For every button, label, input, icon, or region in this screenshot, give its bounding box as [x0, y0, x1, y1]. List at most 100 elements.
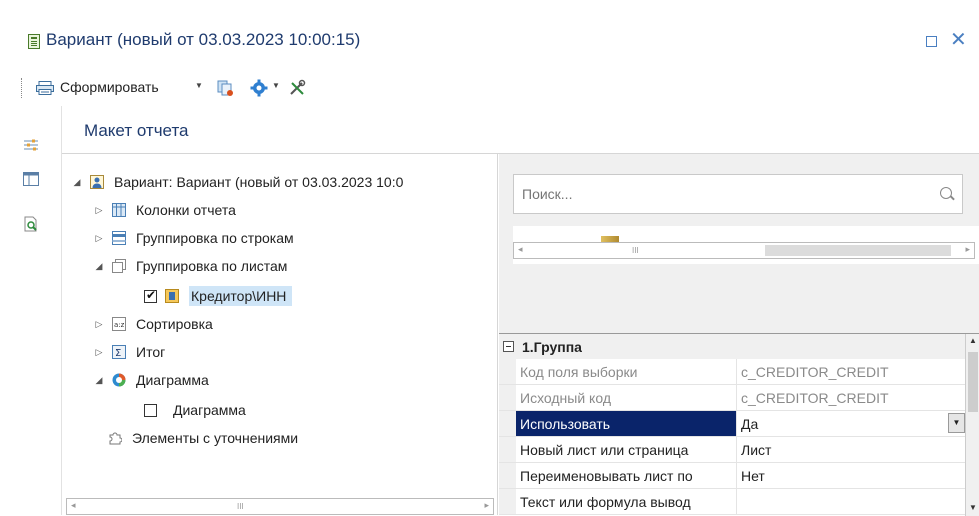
- expand-arrow-icon[interactable]: ▷: [92, 319, 106, 330]
- scroll-right-icon[interactable]: ▸: [484, 500, 489, 511]
- property-row[interactable]: Код поля выборки c_CREDITOR_CREDIT: [499, 359, 965, 385]
- property-group-title: 1.Группа: [522, 338, 582, 355]
- tree-item-label: Диаграмма: [173, 402, 246, 418]
- tree-item-label: Элементы с уточнениями: [132, 430, 299, 446]
- tree-horizontal-scrollbar[interactable]: ◂ III ▸: [66, 498, 494, 515]
- collapse-arrow-icon[interactable]: ◢: [92, 261, 106, 272]
- expand-arrow-icon[interactable]: ▷: [92, 205, 106, 216]
- tree-item-label: Сортировка: [136, 316, 213, 332]
- gear-icon[interactable]: [250, 79, 268, 97]
- tree-item-chart[interactable]: ◢ Диаграмма: [92, 367, 209, 393]
- tree-item-creditor-inn[interactable]: Кредитор\ИНН: [144, 283, 293, 309]
- property-value-select[interactable]: Да ▼: [737, 411, 965, 436]
- copy-icon[interactable]: [216, 79, 234, 97]
- search-input[interactable]: [514, 175, 934, 213]
- scroll-left-icon[interactable]: ◂: [71, 500, 76, 511]
- tree-item-chart-sub[interactable]: Диаграмма: [144, 397, 246, 423]
- tree-item-label: Итог: [136, 344, 166, 360]
- pie-chart-icon: [112, 373, 126, 387]
- chart-checkbox[interactable]: [144, 403, 157, 417]
- scroll-thumb[interactable]: [968, 352, 978, 412]
- tree-item-label: Кредитор\ИНН: [189, 286, 293, 306]
- tree-item-label: Диаграмма: [136, 372, 209, 388]
- window-title: Вариант (новый от 03.03.2023 10:00:15): [46, 30, 361, 49]
- sort-icon: a:z: [112, 317, 126, 331]
- tree-item-row-grouping[interactable]: ▷ Группировка по строкам: [92, 225, 294, 251]
- scroll-thumb-grip: III: [237, 502, 244, 511]
- section-title: Макет отчета: [84, 121, 189, 140]
- toolbar: Сформировать ▼ ▼: [0, 70, 979, 106]
- variant-user-icon: [90, 175, 104, 189]
- property-value[interactable]: Нет: [737, 463, 965, 488]
- filter-settings-icon[interactable]: [23, 137, 39, 153]
- report-layout-icon[interactable]: [23, 171, 39, 187]
- property-key: Переименовывать лист по: [516, 463, 737, 488]
- close-button[interactable]: ✕: [950, 27, 967, 52]
- property-value[interactable]: Лист: [737, 437, 965, 462]
- tree-root[interactable]: ◢ Вариант: Вариант (новый от 03.03.2023 …: [70, 169, 404, 195]
- creditor-inn-checkbox[interactable]: [144, 288, 157, 303]
- columns-icon: [112, 203, 126, 217]
- property-key: Использовать: [516, 411, 737, 436]
- puzzle-icon: [108, 431, 123, 445]
- tree-item-label: Колонки отчета: [136, 202, 236, 218]
- field-list-horizontal-scrollbar[interactable]: ◂ III ▸: [513, 242, 975, 259]
- svg-text:Σ: Σ: [115, 348, 121, 359]
- layout-tree: ◢ Вариант: Вариант (новый от 03.03.2023 …: [62, 154, 498, 515]
- settings-dropdown-icon[interactable]: ▼: [272, 81, 280, 90]
- properties-vertical-scrollbar[interactable]: ▲ ▼: [965, 334, 979, 516]
- collapse-group-icon[interactable]: [503, 341, 514, 352]
- side-toolbar: [0, 106, 62, 515]
- window-titlebar: Вариант (новый от 03.03.2023 10:00:15) ✕: [0, 0, 979, 70]
- property-key: Исходный код: [516, 385, 737, 410]
- property-value: Да: [741, 416, 759, 432]
- collapse-arrow-icon[interactable]: ◢: [70, 177, 84, 188]
- collapse-arrow-icon[interactable]: ◢: [92, 375, 106, 386]
- tools-icon[interactable]: [288, 79, 306, 97]
- property-key: Код поля выборки: [516, 359, 737, 384]
- report-variant-icon: [28, 34, 40, 49]
- scroll-thumb[interactable]: [765, 245, 951, 256]
- properties-grid: 1.Группа Код поля выборки c_CREDITOR_CRE…: [499, 333, 979, 516]
- sum-icon: Σ: [112, 345, 126, 359]
- field-icon: [165, 289, 179, 303]
- expand-arrow-icon[interactable]: ▷: [92, 347, 106, 358]
- property-row[interactable]: Текст или формула вывод: [499, 489, 965, 515]
- generate-dropdown-icon[interactable]: ▼: [195, 81, 203, 90]
- search-box[interactable]: [513, 174, 963, 214]
- tree-item-sheet-grouping[interactable]: ◢ Группировка по листам: [92, 253, 288, 279]
- tree-root-label: Вариант: Вариант (новый от 03.03.2023 10…: [114, 174, 404, 190]
- tree-item-total[interactable]: ▷ Σ Итог: [92, 339, 166, 365]
- generate-button[interactable]: Сформировать: [60, 79, 159, 95]
- property-value: c_CREDITOR_CREDIT: [741, 364, 889, 380]
- scroll-thumb-grip: III: [632, 246, 639, 255]
- sheets-icon: [112, 259, 126, 273]
- search-icon[interactable]: [940, 187, 952, 199]
- property-value[interactable]: [737, 489, 965, 514]
- restore-button[interactable]: [926, 36, 937, 47]
- tree-item-sorting[interactable]: ▷ a:z Сортировка: [92, 311, 213, 337]
- dropdown-arrow-icon[interactable]: ▼: [948, 413, 965, 433]
- svg-text:a:z: a:z: [114, 321, 125, 329]
- scroll-right-icon[interactable]: ▸: [965, 244, 970, 255]
- property-row[interactable]: Использовать Да ▼: [499, 411, 965, 437]
- scroll-up-icon[interactable]: ▲: [969, 336, 977, 345]
- preview-icon[interactable]: [23, 216, 39, 232]
- toolbar-grip[interactable]: [21, 78, 23, 98]
- property-key: Текст или формула вывод: [516, 489, 737, 514]
- scroll-left-icon[interactable]: ◂: [518, 244, 523, 255]
- row-grouping-icon: [112, 231, 126, 245]
- tree-item-columns[interactable]: ▷ Колонки отчета: [92, 197, 236, 223]
- expand-arrow-icon[interactable]: ▷: [92, 233, 106, 244]
- property-row[interactable]: Новый лист или страница Лист: [499, 437, 965, 463]
- property-row[interactable]: Исходный код c_CREDITOR_CREDIT: [499, 385, 965, 411]
- tree-item-label: Группировка по строкам: [136, 230, 294, 246]
- tree-item-refinements[interactable]: Элементы с уточнениями: [108, 425, 298, 451]
- property-value: c_CREDITOR_CREDIT: [741, 390, 889, 406]
- scroll-down-icon[interactable]: ▼: [969, 503, 977, 512]
- property-row[interactable]: Переименовывать лист по Нет: [499, 463, 965, 489]
- print-icon[interactable]: [36, 81, 54, 95]
- property-group-header[interactable]: 1.Группа: [499, 334, 965, 359]
- tree-item-label: Группировка по листам: [136, 258, 288, 274]
- property-key: Новый лист или страница: [516, 437, 737, 462]
